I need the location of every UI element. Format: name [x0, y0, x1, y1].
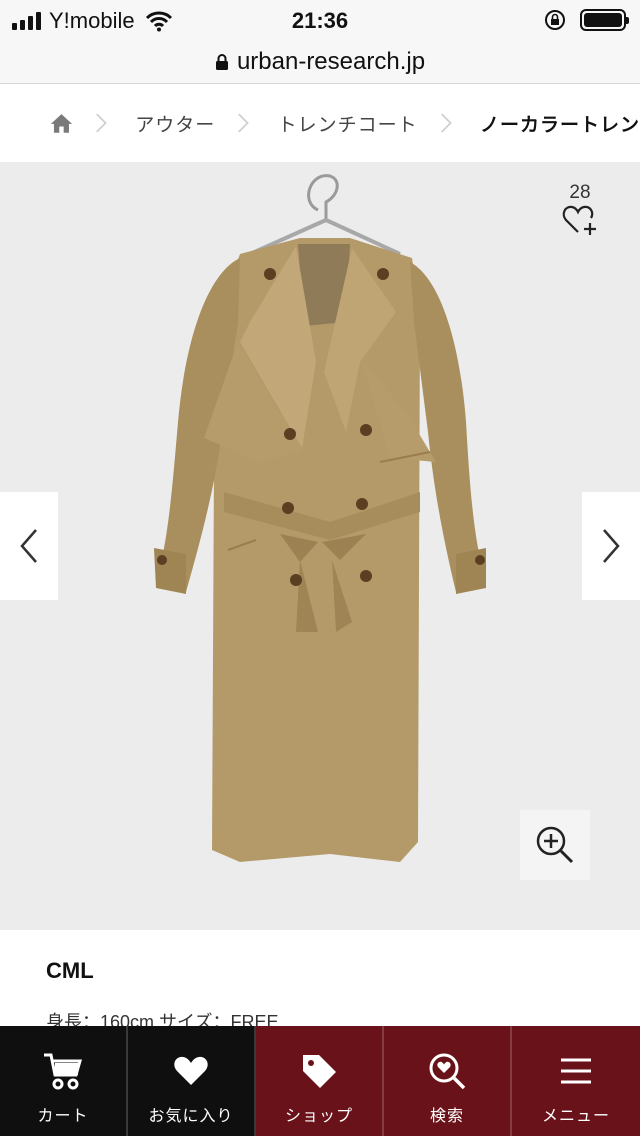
favorite-count: 28 — [569, 182, 591, 203]
url-text: urban-research.jp — [236, 47, 426, 75]
nav-search-label: 検索 — [429, 1108, 464, 1125]
orientation-lock-icon — [545, 10, 565, 30]
battery-icon — [580, 9, 629, 31]
zoom-in-icon — [536, 826, 574, 864]
hamburger-menu-icon — [561, 1058, 591, 1084]
lock-icon — [215, 53, 228, 70]
zoom-button[interactable] — [520, 810, 590, 880]
chevron-right-icon — [238, 113, 250, 133]
heart-plus-icon — [562, 205, 596, 235]
nav-favorites-label: お気に入り — [148, 1108, 234, 1125]
chevron-left-icon — [20, 529, 37, 563]
favorite-button[interactable]: 28 — [558, 182, 602, 241]
home-icon[interactable] — [50, 111, 73, 135]
address-bar[interactable]: urban-research.jp — [0, 40, 640, 84]
next-image-button[interactable] — [582, 492, 640, 600]
nav-cart-label: カート — [37, 1108, 89, 1125]
nav-shop[interactable]: ショップ — [256, 1026, 384, 1136]
heart-icon — [174, 1056, 208, 1085]
nav-menu[interactable]: メニュー — [512, 1026, 640, 1136]
bottom-nav: カート お気に入り ショップ 検索 メニュー — [0, 1026, 640, 1136]
chevron-right-icon — [96, 113, 107, 133]
nav-favorites[interactable]: お気に入り — [128, 1026, 256, 1136]
breadcrumb-item-outer[interactable]: アウター — [135, 110, 215, 137]
chevron-right-icon — [440, 113, 452, 133]
color-name: CML — [46, 958, 94, 983]
nav-cart[interactable]: カート — [0, 1026, 128, 1136]
battery-area — [544, 9, 629, 31]
nav-shop-label: ショップ — [284, 1108, 353, 1125]
product-info: CML 身長：160cm サイズ：FREE — [0, 930, 640, 1032]
nav-menu-label: メニュー — [541, 1108, 610, 1125]
breadcrumb: アウター トレンチコート ノーカラートレン — [0, 84, 640, 162]
breadcrumb-item-trench-coat[interactable]: トレンチコート — [278, 110, 418, 137]
nav-search[interactable]: 検索 — [384, 1026, 512, 1136]
status-bar: Y!mobile 21:36 — [0, 0, 640, 40]
tag-icon — [303, 1055, 336, 1088]
previous-image-button[interactable] — [0, 492, 58, 600]
breadcrumb-item-current: ノーカラートレン — [479, 114, 640, 136]
cart-icon — [44, 1053, 82, 1090]
search-icon — [429, 1053, 466, 1090]
product-image-gallery[interactable]: 28 — [0, 162, 640, 930]
chevron-right-icon — [603, 529, 620, 563]
